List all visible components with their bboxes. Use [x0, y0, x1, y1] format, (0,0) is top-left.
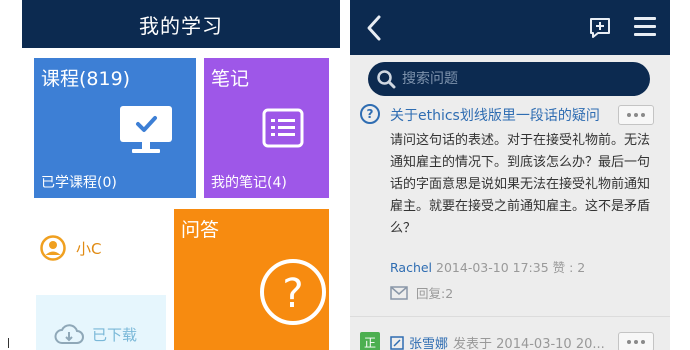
question-author[interactable]: Rachel [390, 260, 432, 275]
notes-tile-title: 笔记 [211, 68, 250, 90]
question-icon: ? [360, 104, 380, 124]
course-tile-subtitle: 已学课程(0) [41, 175, 117, 191]
search-input[interactable] [402, 71, 622, 87]
svg-text:?: ? [282, 271, 303, 317]
question-more-button[interactable] [618, 105, 654, 125]
answer-header: 张雪娜 发表于 2014-03-10 20... [390, 333, 605, 350]
qa-detail-screen: ? 关于ethics划线版里一段话的疑问 请问这句话的表述。对于在接受礼物前。无… [350, 0, 670, 350]
user-avatar-icon [40, 235, 66, 261]
answer-more-button[interactable] [618, 332, 654, 350]
course-tile-title: 课程(819) [41, 68, 131, 90]
question-mark-icon: ? [260, 259, 326, 325]
mail-icon [390, 285, 408, 300]
qa-tile[interactable]: 问答 ? [174, 209, 329, 350]
my-study-screen: 我的学习 课程(819) 已学课程(0) 笔记 我的笔记(4) 小C 问答 ? … [22, 0, 340, 350]
course-tile[interactable]: 课程(819) 已学课程(0) [34, 58, 196, 198]
compose-question-icon[interactable] [588, 16, 612, 40]
reply-count-row[interactable]: 回复:2 [390, 283, 453, 302]
question-title[interactable]: 关于ethics划线版里一段话的疑问 [390, 105, 616, 125]
answer-badge: 正 [360, 332, 380, 350]
qa-tile-title: 问答 [181, 219, 220, 241]
monitor-check-icon [120, 106, 172, 153]
search-bar[interactable] [368, 62, 650, 96]
reply-count: 回复:2 [416, 286, 454, 301]
question-datetime: 2014-03-10 17:35 [436, 260, 549, 275]
question-likes: 赞 : 2 [552, 260, 586, 275]
user-name: 小C [76, 239, 102, 258]
answer-meta: 发表于 2014-03-10 20... [453, 337, 605, 350]
notes-list-icon [262, 108, 304, 148]
text-cursor [8, 338, 9, 348]
user-profile-tile[interactable]: 小C [34, 209, 164, 289]
nav-bar [350, 0, 670, 55]
notes-tile[interactable]: 笔记 我的笔记(4) [204, 58, 329, 198]
notes-tile-subtitle: 我的笔记(4) [211, 175, 287, 191]
question-body: 请问这句话的表述。对于在接受礼物前。无法通知雇主的情况下。到底该怎么办？最后一句… [390, 133, 651, 236]
downloads-tile[interactable]: 已下载 [36, 295, 166, 350]
answer-author[interactable]: 张雪娜 [409, 333, 448, 350]
search-icon [377, 70, 396, 89]
question-meta: Rachel 2014-03-10 17:35 赞 : 2 [390, 257, 585, 276]
page-title: 我的学习 [22, 0, 340, 48]
edit-icon [390, 335, 404, 350]
back-arrow-icon[interactable] [364, 12, 384, 44]
cloud-download-icon [54, 324, 84, 344]
menu-icon[interactable] [634, 17, 656, 37]
downloads-label: 已下载 [92, 325, 138, 344]
divider [350, 316, 670, 317]
